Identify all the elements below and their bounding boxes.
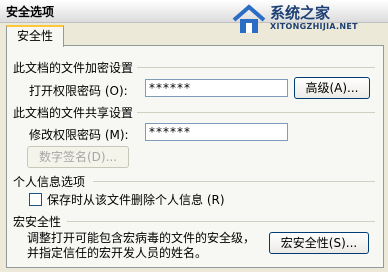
brand-url: XITONGZHIJIA.NET: [270, 22, 358, 31]
encryption-section-title: 此文档的文件加密设置: [13, 61, 134, 75]
divider: [67, 221, 375, 222]
brand-watermark: 系统之家 XITONGZHIJIA.NET: [232, 2, 382, 46]
house-logo-icon: [232, 4, 266, 33]
macro-description-line2: 并指定信任的宏开发人员的姓名。: [27, 246, 208, 260]
remove-personal-info-checkbox[interactable]: [29, 193, 42, 206]
sharing-section-title: 此文档的文件共享设置: [13, 106, 134, 120]
divider: [93, 181, 375, 182]
macro-description-line1: 调整打开可能包含宏病毒的文件的安全级，: [27, 231, 256, 245]
open-password-label: 打开权限密码 (O):: [29, 84, 128, 98]
window-title: 安全选项: [6, 5, 55, 19]
brand-name: 系统之家: [270, 4, 331, 22]
advanced-button[interactable]: 高级(A)...: [294, 77, 370, 99]
remove-personal-info-label[interactable]: 保存时从该文件删除个人信息 (R): [47, 191, 225, 208]
privacy-section-title: 个人信息选项: [13, 175, 86, 189]
macro-section-title: 宏安全性: [13, 215, 62, 229]
open-password-field[interactable]: ******: [145, 79, 288, 97]
tab-security[interactable]: 安全性: [6, 25, 65, 47]
modify-password-label: 修改权限密码 (M):: [29, 128, 129, 142]
digital-signature-button[interactable]: 数字签名(D)...: [27, 146, 129, 168]
divider: [137, 112, 375, 113]
macro-security-button[interactable]: 宏安全性(S)...: [269, 232, 369, 254]
tab-panel: 此文档的文件加密设置 打开权限密码 (O): ****** 高级(A)... 此…: [6, 45, 384, 268]
divider: [137, 67, 375, 68]
modify-password-field[interactable]: ******: [145, 123, 288, 141]
